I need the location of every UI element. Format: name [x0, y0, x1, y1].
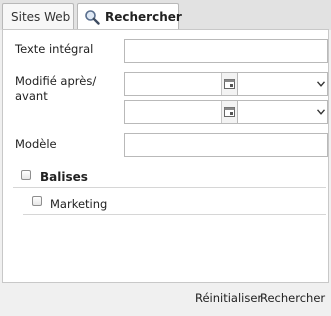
chevron-down-icon[interactable] [316, 73, 326, 95]
template-label: Modèle [15, 137, 57, 151]
after-time-input[interactable] [238, 73, 316, 95]
tags-label: Balises [40, 170, 88, 184]
modified-label-line2: avant [15, 89, 48, 103]
tag-marketing-label: Marketing [50, 197, 108, 211]
after-time-field[interactable] [237, 72, 328, 96]
search-button[interactable]: Rechercher [260, 291, 325, 305]
fulltext-input[interactable] [125, 40, 327, 62]
after-date-field[interactable] [124, 72, 238, 96]
calendar-icon[interactable] [221, 101, 237, 123]
tab-rechercher[interactable]: Rechercher [77, 3, 182, 30]
modified-label: Modifié après/ avant [15, 74, 96, 104]
tab-bar: Sites Web Rechercher [0, 0, 331, 30]
tag-marketing-checkbox[interactable] [32, 196, 42, 206]
calendar-icon[interactable] [221, 73, 237, 95]
before-time-field[interactable] [237, 100, 328, 124]
fulltext-field[interactable] [124, 39, 328, 63]
tab-sites-web-label: Sites Web [11, 9, 71, 24]
modified-label-line1: Modifié après/ [15, 74, 97, 88]
tag-divider [23, 214, 326, 215]
search-panel: Texte intégral Modifié après/ avant Modè… [2, 29, 329, 283]
search-icon [84, 9, 100, 25]
after-date-input[interactable] [125, 73, 221, 95]
chevron-down-icon[interactable] [316, 101, 326, 123]
before-time-input[interactable] [238, 101, 316, 123]
tags-divider [13, 187, 326, 188]
tab-rechercher-label: Rechercher [105, 10, 182, 24]
reset-button[interactable]: Réinitialiser [195, 291, 262, 305]
template-input[interactable] [125, 134, 327, 156]
tab-sites-web[interactable]: Sites Web [2, 3, 74, 29]
template-field[interactable] [124, 133, 328, 157]
before-date-input[interactable] [125, 101, 221, 123]
fulltext-label: Texte intégral [15, 42, 94, 56]
before-date-field[interactable] [124, 100, 238, 124]
tags-checkbox[interactable] [21, 170, 31, 180]
